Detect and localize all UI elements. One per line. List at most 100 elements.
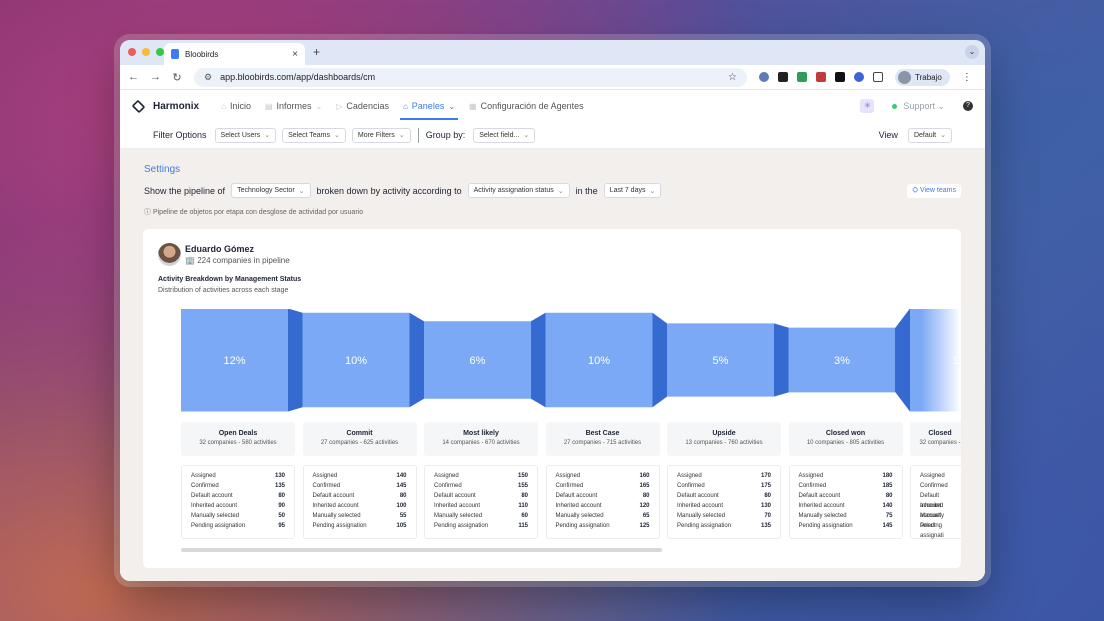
stage-summary: 14 companies - 670 activities (442, 440, 520, 446)
view-dropdown[interactable]: Default ⌄ (907, 127, 952, 143)
stage-header[interactable]: Most likely 14 companies - 670 activities (424, 422, 538, 456)
avatar (158, 243, 181, 266)
stage-summary: 13 companies - 760 activities (685, 440, 763, 446)
row-label: Manually selected (798, 513, 847, 519)
stage-summary: 32 companies - 580 activities (199, 440, 277, 446)
extension-icon[interactable] (759, 72, 769, 82)
row-label: Default account (434, 493, 476, 499)
bookmark-star-icon[interactable]: ☆ (728, 72, 737, 83)
row-value: 125 (639, 523, 650, 529)
help-icon[interactable]: ? (963, 101, 973, 111)
extension-icon[interactable] (854, 72, 864, 82)
horizontal-scrollbar[interactable] (181, 548, 662, 552)
row-value: 115 (518, 523, 528, 529)
row-value: 180 (882, 473, 893, 479)
row-label: Inherited account (434, 503, 481, 509)
stage-breakdown-table: Assigned 170 Confirmed 175 Default account 80… (667, 465, 781, 539)
extension-icon[interactable] (835, 72, 845, 82)
table-row: Default account 80 (434, 491, 528, 501)
chevron-down-icon: ⌄ (298, 187, 305, 195)
row-value: 160 (639, 473, 650, 479)
url-field[interactable]: ⚙ app.bloobirds.com/app/dashboards/cm ☆ (194, 67, 747, 87)
row-value: 80 (885, 493, 893, 499)
nav-label: Configuración de Agentes (480, 101, 584, 111)
view-teams-button[interactable]: ⛭ View teams (907, 183, 961, 198)
table-row: Confirmed 135 (191, 481, 285, 491)
stage-header[interactable]: Closed won 10 companies - 805 activities (788, 422, 903, 456)
select-teams-dropdown[interactable]: Select Teams ⌄ (282, 127, 346, 143)
range-dropdown[interactable]: Last 7 days ⌄ (603, 183, 662, 198)
stage-summary: 10 companies - 805 activities (806, 440, 885, 446)
row-value: 80 (278, 493, 285, 499)
nav-cadencias[interactable]: ▷ Cadencias (336, 90, 389, 122)
home-icon: ⌂ (221, 101, 226, 111)
funnel-stage-percent: 10% (588, 355, 610, 367)
nav-configuracion-agentes[interactable]: ▦ Configuración de Agentes (469, 90, 584, 122)
row-label: Assigned (191, 473, 216, 479)
address-bar: ← → ↻ ⚙ app.bloobirds.com/app/dashboards… (120, 65, 985, 90)
row-label: Pending assignation (677, 523, 732, 529)
forward-icon[interactable]: → (150, 71, 161, 83)
more-filters-dropdown[interactable]: More Filters ⌄ (351, 127, 411, 143)
minimize-window-icon[interactable] (142, 48, 150, 56)
stage-header[interactable]: Commit 27 companies - 625 activities (302, 422, 417, 456)
stage-name: Best Case (585, 430, 620, 437)
avatar (898, 70, 911, 84)
browser-window: Bloobirds × + ⌄ ← → ↻ ⚙ app.bloobirds.co… (120, 40, 985, 581)
maximize-window-icon[interactable] (156, 48, 164, 56)
select-users-dropdown[interactable]: Select Users ⌄ (214, 127, 277, 143)
row-value: 80 (642, 493, 650, 499)
reload-icon[interactable]: ↻ (172, 71, 182, 84)
nav-informes[interactable]: ▤ Informes ⌄ (265, 90, 322, 122)
table-row: Pending assignati (920, 521, 960, 539)
pipeline-dropdown[interactable]: Technology Sector ⌄ (231, 183, 311, 198)
select-teams-label: Select Teams (288, 131, 330, 139)
row-label: Manually selected (191, 513, 240, 519)
close-tab-icon[interactable]: × (292, 49, 298, 60)
support-menu[interactable]: Support ⌄ (892, 101, 945, 112)
stage-header[interactable]: Upside 13 companies - 760 activities (667, 422, 781, 456)
table-row: Inherited account 100 (313, 501, 407, 511)
settings-title[interactable]: Settings (144, 164, 961, 175)
settings-text: broken down by activity according to (316, 185, 462, 196)
tab-search-icon[interactable]: ⌄ (965, 45, 979, 59)
nav-paneles[interactable]: ⌂ Paneles ⌄ (399, 90, 459, 122)
divider (417, 127, 419, 143)
table-row: Inherited account 120 (556, 501, 650, 511)
stage-header[interactable]: Open Deals 32 companies - 580 activities (181, 422, 295, 456)
row-label: Manually selected (434, 513, 483, 519)
browser-menu-icon[interactable]: ⋮ (962, 72, 972, 83)
table-row: Inherited account 130 (677, 501, 771, 511)
ai-assistant-icon[interactable]: ✳ (860, 99, 875, 113)
table-row: Manually selected 60 (434, 511, 528, 521)
chevron-down-icon: ⌄ (649, 187, 656, 195)
browser-tab[interactable]: Bloobirds × (164, 43, 305, 65)
settings-text: Show the pipeline of (144, 185, 226, 196)
profile-button[interactable]: Trabajo (895, 68, 950, 86)
stage-header[interactable]: Best Case 27 companies - 715 activities (545, 422, 660, 456)
view-value: Default (913, 131, 937, 139)
group-by-dropdown[interactable]: Select field... ⌄ (473, 127, 536, 143)
row-label: Pending assignati (920, 523, 944, 539)
extension-icon[interactable] (778, 72, 788, 82)
table-row: Assigned 160 (556, 471, 650, 481)
stage-header[interactable]: Closed 32 companies - (910, 422, 961, 456)
table-row: Default account (920, 491, 960, 509)
new-tab-icon[interactable]: + (313, 45, 320, 59)
activity-dropdown[interactable]: Activity assignation status ⌄ (467, 183, 570, 198)
view-label: View (878, 130, 898, 140)
table-row: Confirmed 185 (799, 481, 893, 491)
row-label: Assigned (312, 473, 338, 479)
stage-breakdown-table: Assigned 140 Confirmed 145 Default account 80… (302, 465, 417, 539)
nav-label: Paneles (411, 101, 445, 111)
brand[interactable]: Harmonix (131, 99, 199, 113)
extension-icon[interactable] (816, 72, 826, 82)
row-label: Inherited account (191, 503, 238, 509)
back-icon[interactable]: ← (128, 71, 139, 83)
close-window-icon[interactable] (128, 48, 136, 56)
extension-icon[interactable] (797, 72, 807, 82)
puzzle-icon[interactable] (873, 72, 883, 82)
row-label: Confirmed (312, 483, 341, 489)
site-settings-icon[interactable]: ⚙ (204, 72, 212, 83)
nav-inicio[interactable]: ⌂ Inicio (221, 90, 251, 122)
